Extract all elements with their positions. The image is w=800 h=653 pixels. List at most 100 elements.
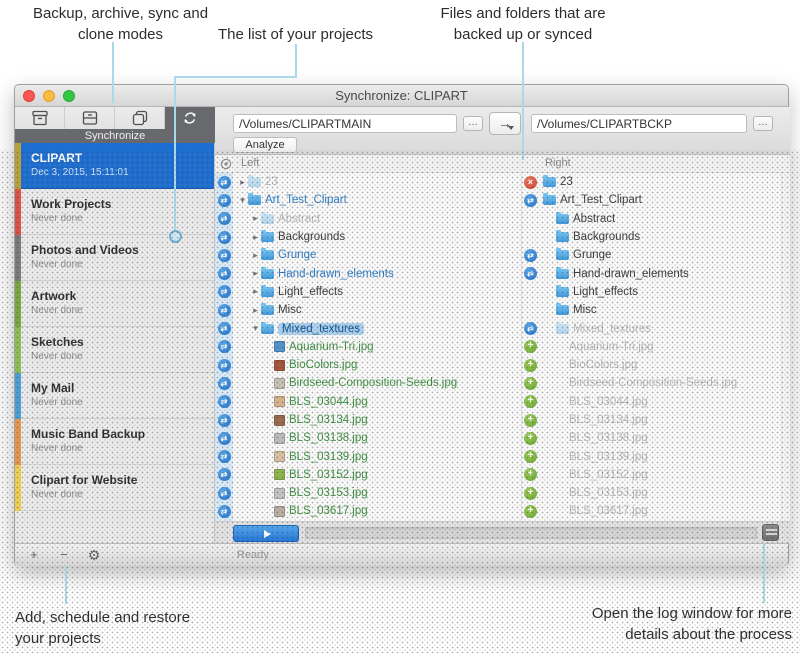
image-thumbnail (274, 469, 285, 481)
file-row[interactable]: ⇄ ▸ Backgrounds Backgrounds (215, 227, 790, 247)
file-row[interactable]: ⇄ ▸ Grunge ⇄ Grunge (215, 246, 790, 265)
file-row[interactable]: ⇄ BLS_03044.jpg + BLS_03044.jpg (215, 392, 790, 411)
sidebar-project-item[interactable]: Work Projects Never done (15, 189, 214, 235)
file-row[interactable]: ⇄ Aquarium-Tri.jpg + Aquarium-Tri.jpg (215, 337, 790, 356)
left-status-cell: ⇄ (215, 191, 233, 210)
title-bar[interactable]: Synchronize: CLIPART (15, 85, 788, 107)
right-status-cell (521, 301, 539, 320)
start-sync-button[interactable] (233, 525, 299, 542)
browse-source-button[interactable]: … (463, 116, 483, 131)
left-item-cell[interactable]: BLS_03134.jpg (233, 411, 521, 429)
sidebar-project-item[interactable]: Clipart for Website Never done (15, 465, 214, 511)
disclosure-triangle[interactable]: ▸ (250, 250, 261, 261)
analyze-button[interactable]: Analyze (233, 137, 297, 153)
file-row[interactable]: ⇄ BioColors.jpg + BioColors.jpg (215, 355, 790, 375)
right-item-cell[interactable]: Art_Test_Clipart (539, 191, 790, 209)
right-item-cell[interactable]: Abstract (539, 210, 790, 228)
disclosure-triangle[interactable]: ▸ (250, 286, 261, 297)
right-item-cell[interactable]: BLS_03044.jpg (539, 393, 790, 411)
file-row[interactable]: ⇄ BLS_03153.jpg + BLS_03153.jpg (215, 484, 790, 503)
file-row[interactable]: ⇄ ▸ Misc Misc (215, 301, 790, 320)
left-item-cell[interactable]: BLS_03153.jpg (233, 484, 521, 502)
folder-icon (261, 303, 274, 316)
left-item-cell[interactable]: ▸ Misc (233, 301, 521, 319)
right-item-cell[interactable]: BLS_03152.jpg (539, 466, 790, 484)
add-project-button[interactable]: + (23, 547, 45, 563)
file-row[interactable]: ⇄ ▾ Art_Test_Clipart ⇄ Art_Test_Clipart (215, 191, 790, 210)
left-item-cell[interactable]: ▸ Light_effects (233, 283, 521, 301)
tab-archive[interactable] (65, 107, 115, 129)
right-item-cell[interactable]: Grunge (539, 246, 790, 264)
left-item-cell[interactable]: BLS_03617.jpg (233, 502, 521, 520)
right-item-cell[interactable]: BLS_03139.jpg (539, 447, 790, 465)
right-status-cell: + (521, 465, 539, 485)
file-row[interactable]: ⇄ BLS_03617.jpg + BLS_03617.jpg (215, 502, 790, 521)
file-row[interactable]: ⇄ ▸ Abstract Abstract (215, 209, 790, 228)
file-row[interactable]: ⇄ BLS_03134.jpg + BLS_03134.jpg (215, 410, 790, 430)
disclosure-triangle[interactable]: ▸ (250, 305, 261, 316)
file-row[interactable]: ⇄ ▾ Mixed_textures ⇄ Mixed_textures (215, 319, 790, 338)
left-item-cell[interactable]: ▸ 23 (233, 173, 521, 191)
browse-destination-button[interactable]: … (753, 116, 773, 131)
scrollbar-track[interactable] (781, 173, 790, 543)
left-item-cell[interactable]: ▸ Abstract (233, 210, 521, 228)
left-item-cell[interactable]: Birdseed-Composition-Seeds.jpg (233, 374, 521, 392)
tab-synchronize[interactable] (165, 107, 215, 129)
source-path-field[interactable] (233, 114, 457, 133)
right-item-cell[interactable]: Birdseed-Composition-Seeds.jpg (539, 374, 790, 392)
right-item-cell[interactable]: BLS_03134.jpg (539, 411, 790, 429)
disclosure-triangle[interactable]: ▸ (250, 213, 261, 224)
left-item-cell[interactable]: BLS_03152.jpg (233, 466, 521, 484)
right-item-cell[interactable]: Backgrounds (539, 228, 790, 246)
left-item-cell[interactable]: BLS_03139.jpg (233, 447, 521, 465)
left-item-cell[interactable]: ▾ Art_Test_Clipart (233, 191, 521, 209)
log-window-button[interactable] (762, 524, 779, 541)
right-item-cell[interactable]: Mixed_textures (539, 319, 790, 337)
sidebar-project-item[interactable]: My Mail Never done (15, 373, 214, 419)
left-item-cell[interactable]: ▸ Grunge (233, 246, 521, 264)
file-row[interactable]: ⇄ BLS_03152.jpg + BLS_03152.jpg (215, 465, 790, 485)
right-item-cell[interactable]: Hand-drawn_elements (539, 264, 790, 282)
file-row[interactable]: ⇄ ▸ Light_effects Light_effects (215, 282, 790, 302)
left-item-cell[interactable]: BLS_03138.jpg (233, 429, 521, 447)
disclosure-triangle[interactable]: ▸ (250, 268, 261, 279)
left-item-cell[interactable]: ▾ Mixed_textures (233, 319, 521, 337)
file-name: Hand-drawn_elements (278, 267, 394, 280)
remove-project-button[interactable]: − (53, 547, 75, 563)
sidebar-project-item[interactable]: CLIPART Dec 3, 2015, 15:11:01 (15, 143, 214, 189)
left-item-cell[interactable]: ▸ Hand-drawn_elements (233, 264, 521, 282)
sidebar-project-item[interactable]: Sketches Never done (15, 327, 214, 373)
right-item-cell[interactable]: BioColors.jpg (539, 356, 790, 374)
sidebar-project-item[interactable]: Artwork Never done (15, 281, 214, 327)
disclosure-triangle[interactable]: ▸ (237, 177, 248, 188)
tab-backup[interactable] (15, 107, 65, 129)
right-item-cell[interactable]: 23 (539, 173, 790, 191)
disclosure-triangle[interactable]: ▾ (237, 195, 248, 206)
file-row[interactable]: ⇄ Birdseed-Composition-Seeds.jpg + Birdseed… (215, 374, 790, 393)
destination-path-field[interactable] (531, 114, 747, 133)
right-item-cell[interactable]: Aquarium-Tri.jpg (539, 338, 790, 356)
left-item-cell[interactable]: BLS_03044.jpg (233, 393, 521, 411)
right-item-cell[interactable]: Light_effects (539, 283, 790, 301)
gear-icon[interactable]: ⚙ (83, 547, 105, 563)
right-item-cell[interactable]: BLS_03153.jpg (539, 484, 790, 502)
file-row[interactable]: ⇄ BLS_03139.jpg + BLS_03139.jpg (215, 447, 790, 466)
file-row[interactable]: ⇄ ▸ 23 × 23 (215, 173, 790, 192)
sidebar-project-item[interactable]: Music Band Backup Never done (15, 419, 214, 465)
file-row[interactable]: ⇄ ▸ Hand-drawn_elements ⇄ Hand-drawn_element… (215, 264, 790, 283)
sync-direction-button[interactable]: → (489, 112, 521, 135)
direction-target-icon[interactable] (220, 158, 232, 173)
tab-clone[interactable] (115, 107, 165, 129)
left-item-cell[interactable]: BioColors.jpg (233, 356, 521, 374)
folder-icon (248, 175, 261, 188)
right-item-cell[interactable]: BLS_03138.jpg (539, 429, 790, 447)
left-item-cell[interactable]: ▸ Backgrounds (233, 228, 521, 246)
file-row[interactable]: ⇄ BLS_03138.jpg + BLS_03138.jpg (215, 429, 790, 448)
right-item-cell[interactable]: BLS_03617.jpg (539, 502, 790, 520)
sidebar-project-item[interactable]: Photos and Videos Never done (15, 235, 214, 281)
right-item-cell[interactable]: Misc (539, 301, 790, 319)
disclosure-triangle[interactable]: ▾ (250, 323, 261, 334)
file-name: Grunge (573, 249, 612, 262)
left-item-cell[interactable]: Aquarium-Tri.jpg (233, 338, 521, 356)
disclosure-triangle[interactable]: ▸ (250, 232, 261, 243)
